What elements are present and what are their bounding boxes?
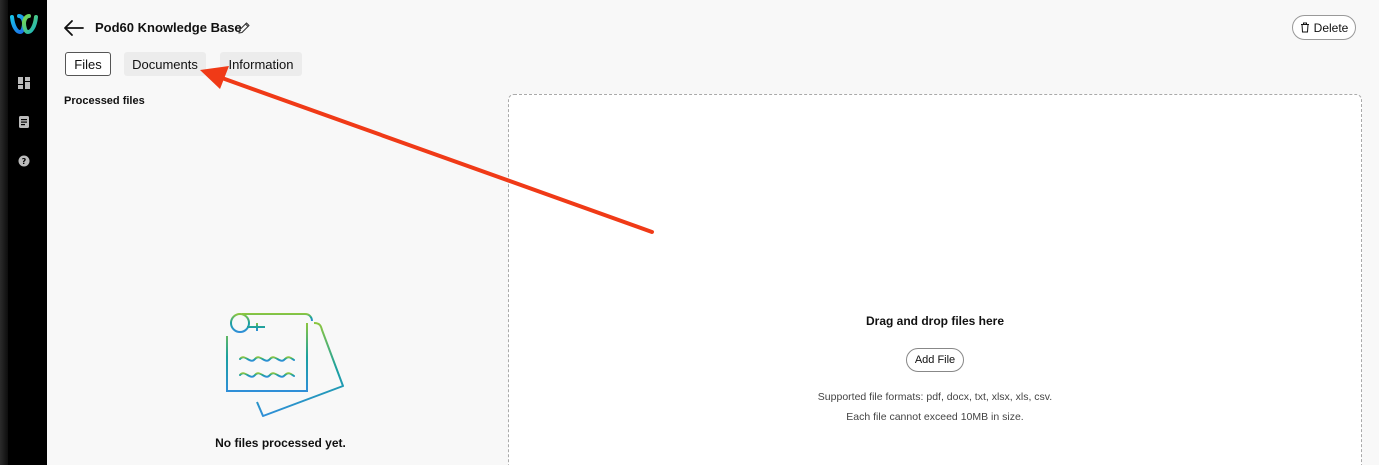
add-file-button[interactable]: Add File — [906, 348, 964, 372]
webex-logo-icon[interactable] — [10, 12, 38, 34]
tab-documents[interactable]: Documents — [124, 52, 206, 76]
delete-label: Delete — [1313, 20, 1349, 35]
back-arrow-icon[interactable] — [63, 17, 85, 39]
pencil-edit-icon[interactable] — [237, 21, 251, 35]
window-frame — [0, 0, 8, 465]
dashboard-icon[interactable] — [17, 76, 31, 90]
supported-formats-text: Supported file formats: pdf, docx, txt, … — [817, 391, 1053, 403]
dropzone-title: Drag and drop files here — [865, 314, 1005, 328]
delete-button[interactable]: Delete — [1292, 15, 1356, 40]
empty-state-text: No files processed yet. — [215, 436, 346, 450]
trash-icon — [1300, 22, 1309, 33]
processed-files-heading: Processed files — [64, 95, 145, 107]
main-panel: Pod60 Knowledge Base Delete Files Docume… — [47, 0, 1379, 465]
file-dropzone[interactable]: Drag and drop files here Add File Suppor… — [508, 94, 1362, 465]
page-title: Pod60 Knowledge Base — [95, 20, 242, 35]
tab-files[interactable]: Files — [65, 52, 111, 76]
empty-files-illustration-icon — [226, 313, 344, 417]
size-limit-text: Each file cannot exceed 10MB in size. — [846, 411, 1024, 423]
document-icon[interactable] — [17, 115, 31, 129]
svg-text:?: ? — [22, 157, 27, 166]
help-icon[interactable]: ? — [17, 154, 31, 168]
tab-information[interactable]: Information — [220, 52, 302, 76]
